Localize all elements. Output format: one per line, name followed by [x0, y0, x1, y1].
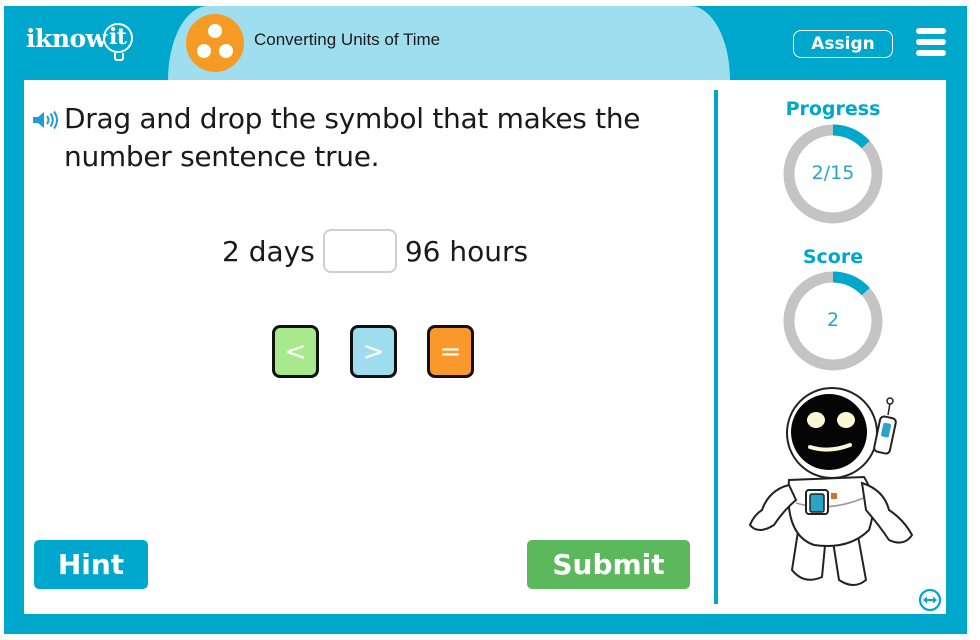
left-term: 2 days: [222, 234, 315, 268]
three-dots-circle-icon: [186, 14, 244, 72]
progress-label: Progress: [785, 98, 881, 120]
assign-button[interactable]: Assign: [793, 30, 893, 58]
symbol-drop-zone[interactable]: [322, 229, 397, 273]
logo-text: iknow: [26, 23, 107, 53]
speaker-icon[interactable]: [32, 110, 60, 130]
lightbulb-base: [113, 53, 124, 61]
number-sentence: 2 days 96 hours: [222, 228, 528, 274]
progress-value: 2/15: [811, 162, 855, 184]
hamburger-menu-icon[interactable]: [916, 28, 946, 56]
logo-bulb-text: it: [108, 24, 127, 50]
title-tab: [168, 6, 730, 80]
hint-button[interactable]: Hint: [34, 540, 148, 589]
score-label: Score: [802, 246, 864, 268]
expand-arrows-icon[interactable]: [918, 588, 942, 612]
astronaut-mascot: [748, 387, 914, 586]
right-term: 96 hours: [404, 234, 529, 268]
greater-than-symbol-tile[interactable]: >: [350, 325, 397, 378]
score-value: 2: [826, 309, 840, 331]
topic-title: Converting Units of Time: [254, 30, 441, 49]
panel-divider: [714, 90, 718, 604]
iknowit-logo[interactable]: iknow it: [26, 18, 133, 61]
submit-button[interactable]: Submit: [527, 540, 690, 589]
lightbulb-icon: it: [102, 23, 133, 61]
equals-symbol-tile[interactable]: =: [427, 325, 474, 378]
less-than-symbol-tile[interactable]: <: [272, 325, 319, 378]
question-prompt: Drag and drop the symbol that makes the …: [64, 102, 641, 173]
